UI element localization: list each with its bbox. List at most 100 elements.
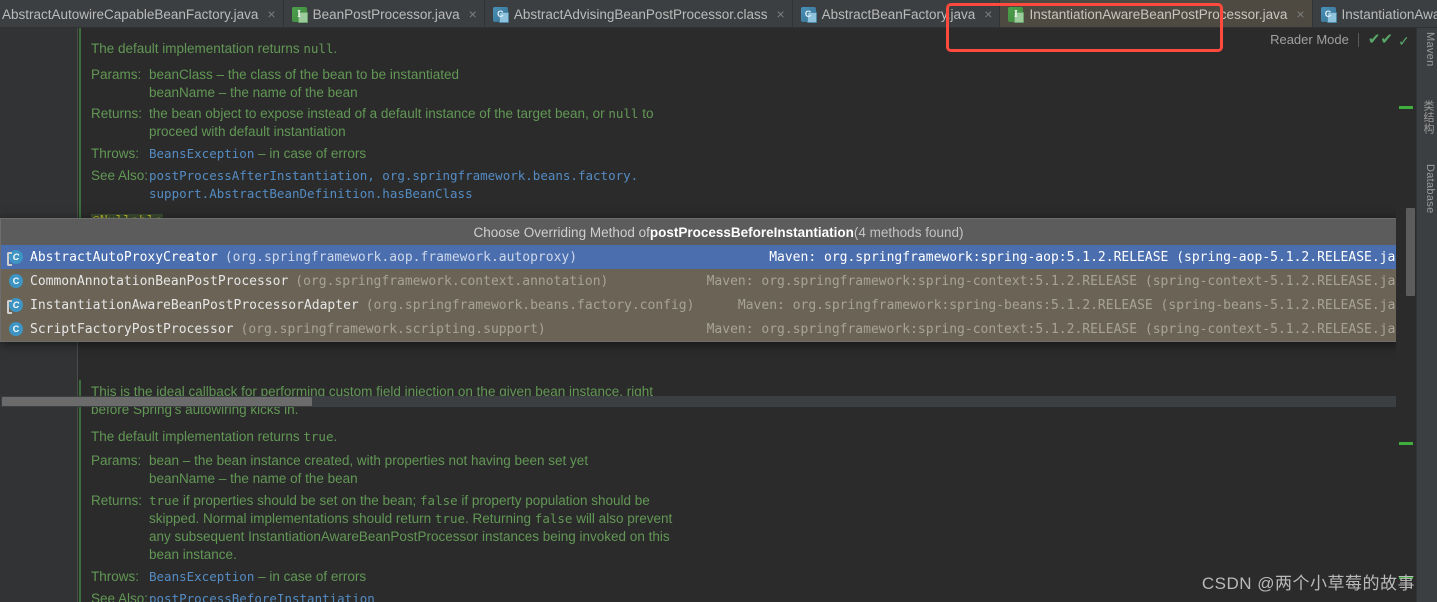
close-icon[interactable]: × — [267, 7, 275, 21]
throws-label: Throws: — [91, 146, 140, 161]
seealso-link[interactable]: postProcessBeforeInstantiation — [149, 591, 375, 602]
javadoc-params-row: Params: beanClass – the class of the bea… — [91, 66, 459, 102]
list-item[interactable]: InstantiationAwareBeanPostProcessorAdapt… — [1, 293, 1436, 317]
code-true: true — [149, 493, 180, 508]
text: – in case of errors — [254, 569, 367, 584]
editor-tab-instantiation-aware-bean-p[interactable]: InstantiationAwareBeanP — [1312, 0, 1437, 27]
throws-link[interactable]: BeansException — [149, 569, 254, 584]
param-desc: the class of the bean to be instantiated — [227, 67, 459, 82]
class-name: ScriptFactoryPostProcessor — [30, 321, 234, 337]
error-stripe-gutter[interactable]: ✓ — [1396, 28, 1416, 602]
javadoc-bottom-default-impl: The default implementation returns true. — [91, 428, 337, 446]
params-body: beanClass – the class of the bean to be … — [149, 66, 459, 102]
list-item[interactable]: CommonAnnotationBeanPostProcessor (org.s… — [1, 269, 1436, 293]
close-icon[interactable]: × — [469, 7, 477, 21]
popup-title-count: (4 methods found) — [853, 224, 964, 240]
javadoc-throws-row: Throws: BeansException – in case of erro… — [91, 145, 366, 163]
text: . Returning — [465, 511, 535, 526]
throws-label: Throws: — [91, 569, 140, 584]
throws-link[interactable]: BeansException — [149, 146, 254, 161]
java-file-icon — [291, 6, 308, 23]
tool-tab-structure[interactable]: 类结构 — [1417, 100, 1436, 134]
javadoc-bottom-returns-row: Returns: true if properties should be se… — [91, 492, 672, 564]
editor-tab-label: InstantiationAwareBeanPostProcessor.java — [1029, 6, 1288, 22]
close-icon[interactable]: × — [1296, 7, 1304, 21]
seealso-link-2[interactable]: support.AbstractBeanDefinition.hasBeanCl… — [149, 185, 638, 203]
editor-tab-label: AbstractAutowireCapableBeanFactory.java — [2, 6, 259, 22]
text: will also prevent — [572, 511, 673, 526]
close-icon[interactable]: × — [776, 7, 784, 21]
editor-tab-instantiation-aware-bean-post-processor[interactable]: InstantiationAwareBeanPostProcessor.java… — [1000, 0, 1313, 27]
javadoc-stripe-top — [79, 28, 81, 224]
text: skipped. Normal implementations should r… — [149, 511, 435, 526]
java-file-icon — [1008, 6, 1025, 23]
abstract-class-icon — [7, 298, 23, 314]
code-true: true — [434, 511, 465, 526]
params-body: bean – the bean instance created, with p… — [149, 452, 588, 488]
param-desc: the bean instance created, with properti… — [194, 453, 589, 468]
list-item[interactable]: ScriptFactoryPostProcessor (org.springfr… — [1, 317, 1436, 341]
text: any subsequent InstantiationAwareBeanPos… — [149, 529, 670, 544]
text: bean instance. — [149, 547, 237, 562]
class-file-icon — [1320, 6, 1337, 23]
editor-tab-abstract-bean-factory[interactable]: AbstractBeanFactory.java × — [792, 0, 1001, 27]
class-icon — [9, 274, 23, 288]
scrollbar-thumb[interactable] — [2, 397, 312, 406]
popup-title: Choose Overriding Method of postProcessB… — [1, 219, 1436, 245]
tool-tab-database[interactable]: Database — [1417, 164, 1436, 214]
params-label: Params: — [91, 67, 142, 82]
watermark: CSDN @两个小草莓的故事 — [1201, 574, 1415, 593]
stripe-mark[interactable] — [1399, 442, 1413, 445]
text: proceed with default instantiation — [149, 124, 346, 139]
vertical-scrollbar-thumb[interactable] — [1406, 208, 1415, 296]
throws-body: BeansException – in case of errors — [149, 568, 366, 586]
editor-tab-abstract-autowire-capable-bean-factory[interactable]: AbstractAutowireCapableBeanFactory.java … — [0, 0, 284, 27]
javadoc-bottom-seealso-row: See Also: postProcessBeforeInstantiation — [91, 590, 375, 602]
seealso-link-1[interactable]: postProcessAfterInstantiation, org.sprin… — [149, 167, 638, 185]
maven-coordinate: Maven: org.springframework:spring-beans:… — [737, 297, 1411, 313]
code-false: false — [534, 511, 573, 526]
param-name: bean — [149, 453, 180, 468]
double-check-icon[interactable]: ✔✔ — [1368, 32, 1393, 47]
maven-coordinate: Maven: org.springframework:spring-contex… — [706, 321, 1411, 337]
returns-label: Returns: — [91, 493, 143, 508]
text: . — [333, 41, 338, 56]
seealso-body: postProcessAfterInstantiation, org.sprin… — [149, 167, 638, 203]
class-name: CommonAnnotationBeanPostProcessor — [30, 273, 289, 289]
javadoc-default-impl-line: The default implementation returns null. — [91, 40, 337, 58]
editor-tab-label: AbstractBeanFactory.java — [821, 6, 976, 22]
tool-tab-maven[interactable]: Maven — [1417, 32, 1436, 67]
class-file-icon — [800, 6, 817, 23]
returns-body: true if properties should be set on the … — [149, 492, 672, 564]
popup-title-method: postProcessBeforeInstantiation — [649, 224, 854, 240]
param-name: beanClass — [149, 67, 213, 82]
class-name: AbstractAutoProxyCreator — [30, 249, 218, 265]
inspection-ok-icon[interactable]: ✓ — [1398, 34, 1410, 48]
popup-title-prefix: Choose Overriding Method of — [473, 224, 650, 240]
package-name: (org.springframework.aop.framework.autop… — [224, 249, 578, 265]
abstract-class-icon — [7, 250, 23, 266]
params-label: Params: — [91, 453, 142, 468]
right-tool-window-bar: Maven 类结构 Database — [1416, 28, 1437, 602]
text: . — [333, 429, 338, 444]
stripe-mark[interactable] — [1399, 106, 1413, 109]
text: the bean object to expose instead of a d… — [149, 106, 609, 121]
code-false: false — [420, 493, 458, 508]
editor-tab-label: BeanPostProcessor.java — [312, 6, 460, 22]
text: – in case of errors — [254, 146, 367, 161]
dash: – — [212, 67, 228, 82]
text: to — [638, 106, 654, 121]
editor-tab-bar: AbstractAutowireCapableBeanFactory.java … — [0, 0, 1437, 28]
param-name: beanName — [149, 471, 216, 486]
popup-method-list[interactable]: AbstractAutoProxyCreator (org.springfram… — [1, 245, 1436, 341]
horizontal-scrollbar[interactable] — [1, 396, 1416, 407]
editor-tab-bean-post-processor[interactable]: BeanPostProcessor.java × — [283, 0, 485, 27]
code-true: true — [303, 429, 334, 444]
close-icon[interactable]: × — [984, 7, 992, 21]
code-null: null — [608, 106, 639, 121]
idea-editor-window: AbstractAutowireCapableBeanFactory.java … — [0, 0, 1437, 602]
editor-tab-abstract-advising-bean-post-processor[interactable]: AbstractAdvisingBeanPostProcessor.class … — [484, 0, 793, 27]
list-item[interactable]: AbstractAutoProxyCreator (org.springfram… — [1, 245, 1436, 269]
divider — [1357, 32, 1359, 47]
param-desc: the name of the bean — [230, 85, 358, 100]
